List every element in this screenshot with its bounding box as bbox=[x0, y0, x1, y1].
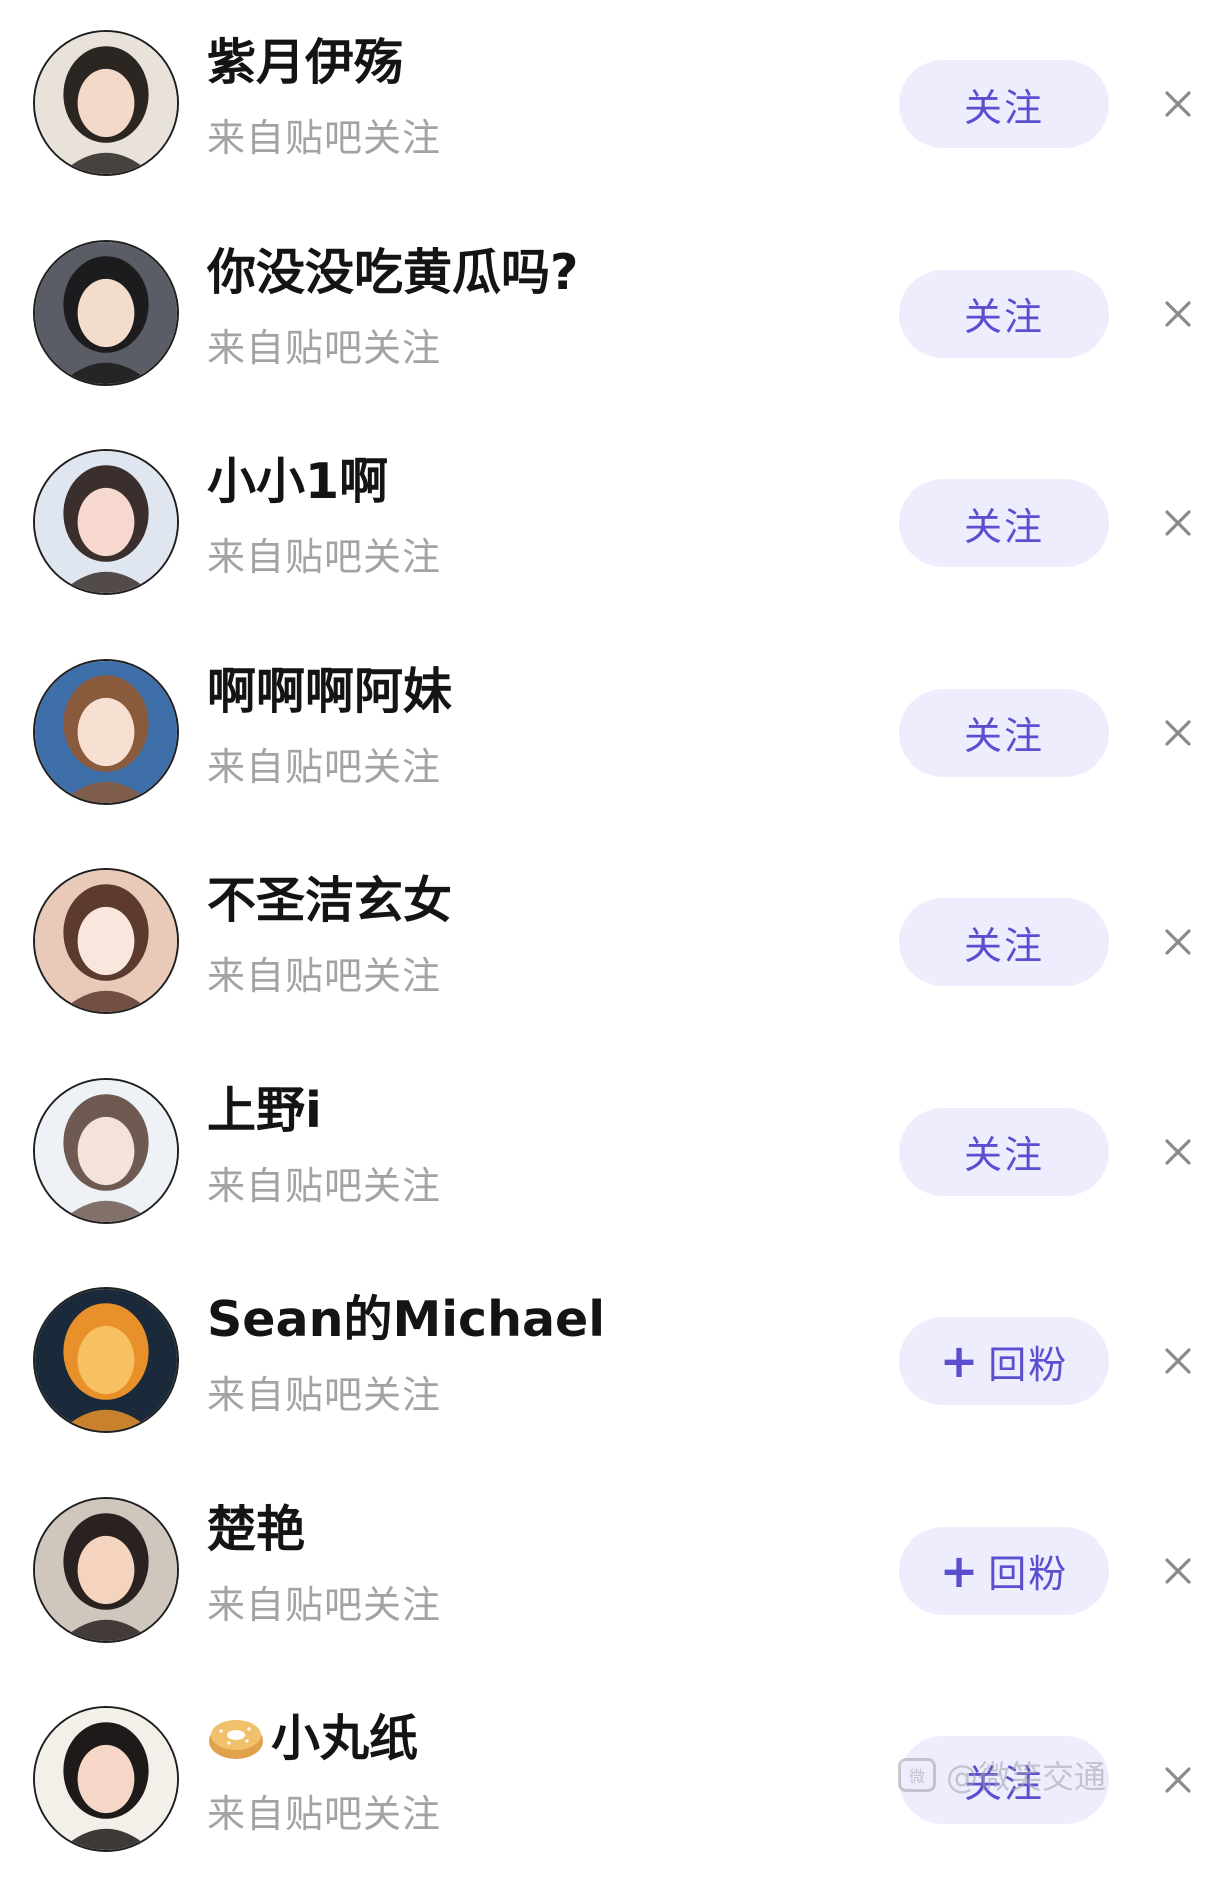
username-text: 上野i bbox=[207, 1081, 322, 1139]
source-label: 来自贴吧关注 bbox=[207, 325, 442, 370]
username[interactable]: 你没没吃黄瓜吗? bbox=[207, 240, 578, 306]
username[interactable]: 楚艳 bbox=[207, 1497, 305, 1563]
avatar[interactable] bbox=[33, 1706, 179, 1852]
close-x-icon bbox=[1165, 1138, 1191, 1165]
list-item[interactable]: 上野i 来自贴吧关注 关注 bbox=[0, 1048, 1215, 1258]
avatar[interactable] bbox=[33, 868, 179, 1014]
close-x-icon bbox=[1165, 929, 1191, 955]
avatar[interactable] bbox=[33, 1287, 179, 1433]
dismiss-button[interactable] bbox=[1158, 1128, 1198, 1176]
close-x-icon bbox=[1165, 1767, 1191, 1793]
follow-button[interactable]: 关注 bbox=[899, 1736, 1109, 1824]
username[interactable]: 啊啊啊阿妹 bbox=[207, 659, 452, 725]
username-text: 啊啊啊阿妹 bbox=[207, 662, 453, 720]
dismiss-button[interactable] bbox=[1158, 499, 1198, 547]
close-x-icon bbox=[1165, 719, 1191, 746]
dismiss-button[interactable] bbox=[1158, 918, 1198, 966]
donut-icon bbox=[207, 1712, 265, 1760]
source-label: 来自贴吧关注 bbox=[207, 535, 442, 579]
username-text: 楚艳 bbox=[207, 1500, 306, 1558]
source-label: 来自贴吧关注 bbox=[207, 1582, 442, 1627]
follow-back-button[interactable]: + 回粉 bbox=[899, 1317, 1109, 1405]
close-x-icon bbox=[1165, 1557, 1191, 1584]
close-x-icon bbox=[1165, 1348, 1191, 1374]
list-item[interactable]: 小小1啊来自贴吧关注 关注 bbox=[0, 419, 1215, 629]
button-label: 关注 bbox=[963, 714, 1044, 758]
plus-icon: + bbox=[939, 1543, 981, 1598]
dismiss-button[interactable] bbox=[1158, 1337, 1198, 1385]
button-label: 关注 bbox=[963, 504, 1044, 549]
button-label: 关注 bbox=[963, 1761, 1044, 1806]
button-label: 回粉 bbox=[988, 1342, 1069, 1387]
button-label: 关注 bbox=[963, 85, 1044, 130]
dismiss-button[interactable] bbox=[1158, 1547, 1198, 1595]
follow-button[interactable]: 关注 bbox=[899, 1107, 1109, 1196]
list-item[interactable]: 不圣洁玄女来自贴吧关注 关注 bbox=[0, 838, 1215, 1048]
username[interactable]: 小小1啊 bbox=[207, 449, 388, 515]
list-item[interactable]: 楚艳来自贴吧关注 + 回粉 bbox=[0, 1467, 1215, 1677]
source-label: 来自贴吧关注 bbox=[207, 1163, 442, 1208]
avatar[interactable] bbox=[33, 239, 179, 386]
dismiss-button[interactable] bbox=[1158, 1756, 1198, 1804]
source-label: 来自贴吧关注 bbox=[207, 1792, 442, 1836]
source-label: 来自贴吧关注 bbox=[207, 1373, 442, 1417]
follow-button[interactable]: 关注 bbox=[899, 688, 1109, 777]
close-x-icon bbox=[1165, 300, 1191, 327]
username-text: 小小1啊 bbox=[207, 453, 389, 510]
follow-recommendation-list: 紫月伊殇 来自贴吧关注 关注 你没没吃黄瓜吗? 来自贴吧关注 关注 小小1啊 来自贴吧关注 关注… bbox=[0, 0, 1215, 1886]
dismiss-button[interactable] bbox=[1158, 80, 1198, 128]
list-item[interactable]: Sean的Michael 来自贴吧关注 + 回粉 bbox=[0, 1257, 1215, 1467]
avatar[interactable] bbox=[33, 658, 179, 805]
follow-button[interactable]: 关注 bbox=[899, 898, 1109, 986]
close-x-icon bbox=[1165, 91, 1191, 117]
button-label: 关注 bbox=[963, 1133, 1044, 1177]
close-x-icon bbox=[1165, 510, 1191, 536]
avatar[interactable] bbox=[33, 1496, 179, 1643]
avatar[interactable] bbox=[33, 449, 179, 595]
plus-icon: + bbox=[939, 1334, 981, 1388]
source-label: 来自贴吧关注 bbox=[207, 744, 442, 789]
username[interactable]: 不圣洁玄女 bbox=[207, 868, 452, 934]
source-label: 来自贴吧关注 bbox=[207, 954, 442, 998]
dismiss-button[interactable] bbox=[1158, 709, 1198, 757]
list-item[interactable]: 你没没吃黄瓜吗? 来自贴吧关注 关注 bbox=[0, 210, 1215, 420]
source-label: 来自贴吧关注 bbox=[207, 116, 442, 160]
button-label: 关注 bbox=[963, 923, 1044, 968]
username[interactable]: 紫月伊殇 bbox=[207, 30, 403, 96]
list-item[interactable]: 小丸纸来自贴吧关注 关注 bbox=[0, 1676, 1215, 1886]
username[interactable]: 小丸纸 bbox=[207, 1706, 418, 1772]
username-text: 你没没吃黄瓜吗? bbox=[207, 243, 579, 301]
username-text: 不圣洁玄女 bbox=[207, 872, 453, 929]
username-text: Sean的Michael bbox=[207, 1291, 606, 1348]
follow-button[interactable]: 关注 bbox=[899, 269, 1109, 358]
avatar[interactable] bbox=[33, 1077, 179, 1224]
username[interactable]: Sean的Michael bbox=[207, 1287, 605, 1353]
follow-button[interactable]: 关注 bbox=[899, 479, 1109, 567]
dismiss-button[interactable] bbox=[1158, 290, 1198, 338]
avatar[interactable] bbox=[33, 30, 179, 176]
list-item[interactable]: 紫月伊殇来自贴吧关注 关注 bbox=[0, 0, 1215, 210]
follow-button[interactable]: 关注 bbox=[899, 60, 1109, 148]
follow-back-button[interactable]: + 回粉 bbox=[899, 1526, 1109, 1615]
list-item[interactable]: 啊啊啊阿妹来自贴吧关注 关注 bbox=[0, 629, 1215, 839]
username[interactable]: 上野i bbox=[207, 1078, 322, 1144]
username-text: 紫月伊殇 bbox=[207, 34, 404, 91]
button-label: 关注 bbox=[963, 295, 1044, 339]
username-text: 小丸纸 bbox=[271, 1710, 419, 1767]
button-label: 回粉 bbox=[988, 1552, 1069, 1596]
